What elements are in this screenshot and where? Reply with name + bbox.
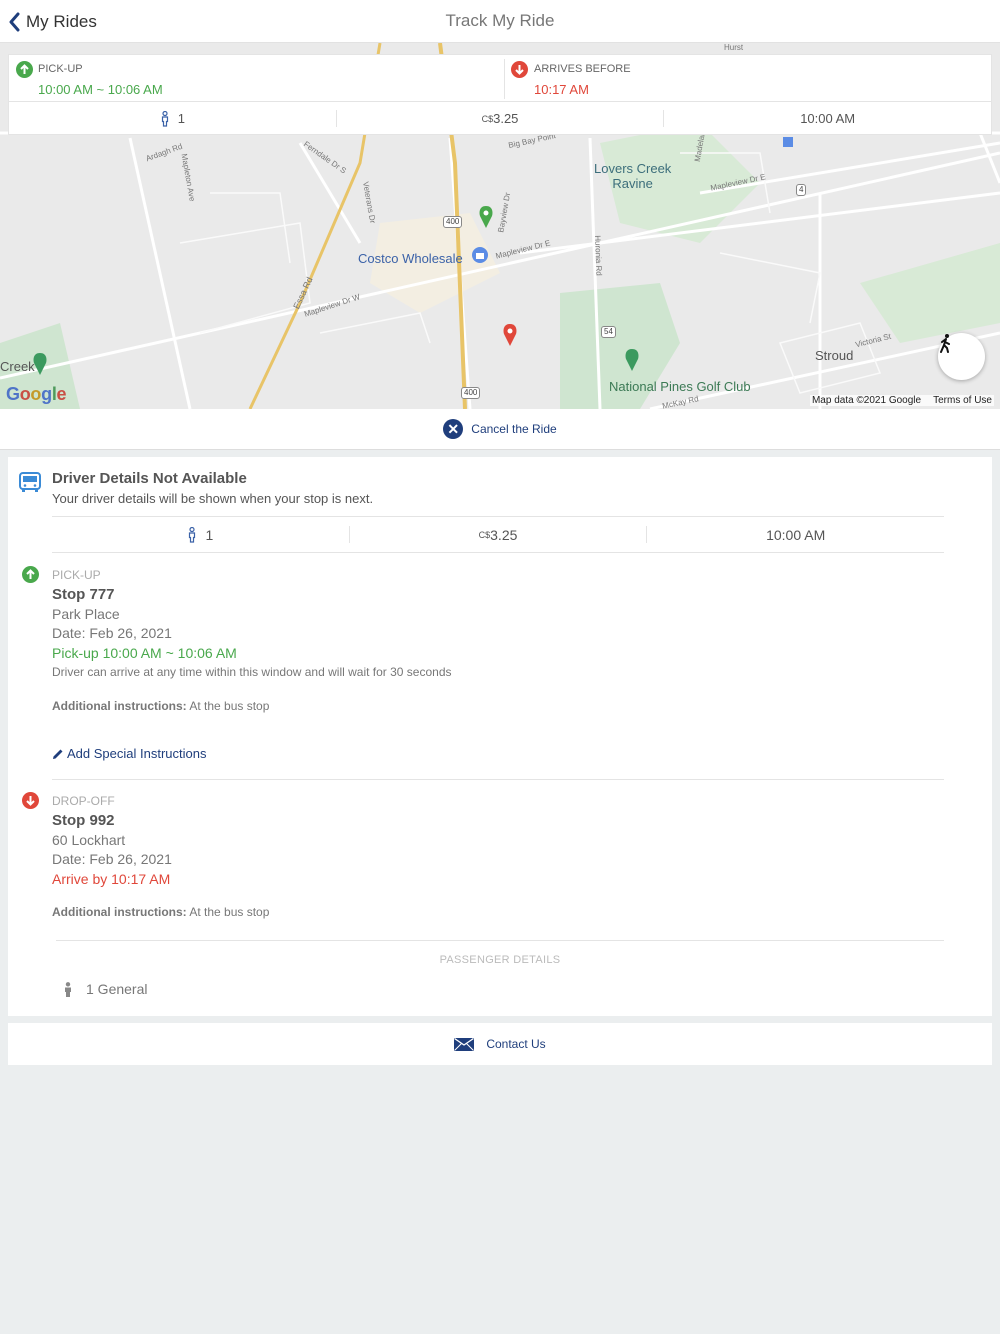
pickup-instructions: Additional instructions: At the bus stop	[52, 699, 270, 713]
dropoff-arrive: Arrive by 10:17 AM	[52, 871, 171, 887]
cancel-bar: ✕ Cancel the Ride	[0, 409, 1000, 450]
ride-time: 10:00 AM	[646, 526, 944, 543]
person-icon	[65, 982, 71, 997]
close-circle-icon: ✕	[443, 419, 464, 439]
road-label: Huronia Rd	[593, 235, 604, 276]
pickup-section-label: PICK-UP	[52, 568, 101, 582]
dropoff-section-label: DROP-OFF	[52, 794, 115, 808]
transit-icon	[783, 137, 793, 147]
arrow-down-circle-icon	[511, 61, 528, 78]
dropoff-date: Date: Feb 26, 2021	[52, 851, 172, 867]
add-special-instructions-link[interactable]: Add Special Instructions	[52, 746, 206, 761]
map-label-lovers-creek: Lovers Creek Ravine	[594, 161, 672, 191]
arrives-time: 10:17 AM	[534, 82, 589, 97]
dropoff-stop: Stop 992	[52, 812, 115, 829]
person-icon	[161, 110, 168, 127]
arrives-summary: ARRIVES BEFORE 10:17 AM	[505, 55, 993, 102]
dropoff-place: 60 Lockhart	[52, 832, 126, 848]
bus-icon	[19, 472, 41, 492]
pencil-icon	[53, 749, 63, 759]
driver-subtitle: Your driver details will be shown when y…	[52, 491, 374, 506]
pickup-summary: PICK-UP 10:00 AM ~ 10:06 AM	[9, 55, 504, 102]
pickup-label: PICK-UP	[38, 63, 83, 75]
passenger-count: 1	[9, 110, 336, 127]
road-label: Hurst	[724, 43, 744, 52]
arrow-up-circle-icon	[22, 566, 39, 583]
pickup-date: Date: Feb 26, 2021	[52, 625, 172, 641]
pickup-stop: Stop 777	[52, 586, 115, 603]
fare: C$ 3.25	[348, 526, 647, 543]
dropoff-instructions: Additional instructions: At the bus stop	[52, 905, 270, 919]
ride-summary-card: PICK-UP 10:00 AM ~ 10:06 AM ARRIVES BEFO…	[8, 54, 992, 135]
ride-meta-row: 1 C$ 3.25 10:00 AM	[52, 516, 944, 553]
pickup-window: Pick-up 10:00 AM ~ 10:06 AM	[52, 645, 237, 661]
nav-bar: My Rides Track My Ride	[0, 0, 1000, 43]
pickup-pin-icon[interactable]	[479, 206, 493, 228]
divider	[56, 940, 944, 941]
highway-shield: 4	[796, 184, 807, 196]
map-label-costco: Costco Wholesale	[358, 251, 463, 266]
terms-of-use-link[interactable]: Terms of Use	[933, 395, 992, 406]
person-icon	[189, 526, 196, 543]
divider	[52, 779, 944, 780]
passenger-count: 1	[52, 526, 349, 543]
passenger-entry: 1 General	[86, 981, 148, 997]
pickup-time: 10:00 AM ~ 10:06 AM	[38, 82, 163, 97]
cancel-ride-button[interactable]: ✕ Cancel the Ride	[443, 419, 557, 439]
dropoff-pin-icon[interactable]	[503, 324, 517, 346]
google-logo: Google	[6, 384, 67, 404]
walking-person-icon	[940, 334, 950, 353]
contact-us-button[interactable]: Contact Us	[454, 1037, 546, 1051]
envelope-icon	[454, 1037, 475, 1051]
ride-time: 10:00 AM	[663, 110, 991, 127]
map-label-stroud: Stroud	[815, 348, 854, 363]
fare: C$ 3.25	[335, 110, 664, 127]
passenger-details-label: PASSENGER DETAILS	[439, 954, 561, 966]
pickup-note: Driver can arrive at any time within thi…	[52, 665, 452, 679]
contact-bar: Contact Us	[8, 1023, 992, 1065]
highway-shield: 400	[461, 387, 481, 399]
driver-title: Driver Details Not Available	[52, 470, 247, 487]
shopping-bag-icon	[472, 247, 488, 263]
map-attribution: Map data ©2021 Google Terms of Use	[809, 395, 994, 406]
arrives-label: ARRIVES BEFORE	[534, 63, 631, 75]
map-label-creek: Creek	[0, 359, 35, 374]
walk-mode-button[interactable]	[938, 333, 985, 380]
pickup-place: Park Place	[52, 606, 120, 622]
highway-shield: 54	[601, 326, 616, 338]
arrow-down-circle-icon	[22, 792, 39, 809]
ride-details-card: Driver Details Not Available Your driver…	[8, 457, 992, 1016]
map-label-golf: National Pines Golf Club	[609, 379, 751, 394]
page-title: Track My Ride	[445, 11, 555, 30]
arrow-up-circle-icon	[16, 61, 33, 78]
highway-shield: 400	[443, 216, 463, 228]
